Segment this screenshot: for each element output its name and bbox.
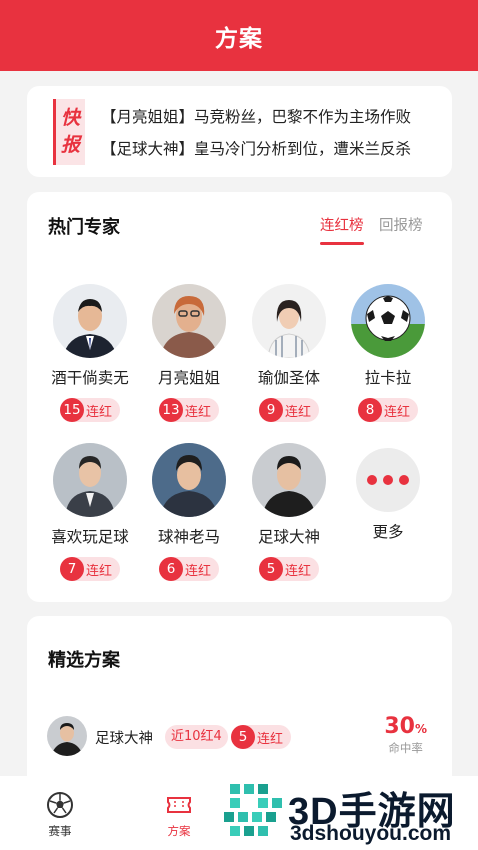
ticket-icon (167, 797, 191, 813)
streak-count: 5 (231, 725, 255, 749)
expert-avatar (152, 284, 226, 358)
nav-item-matches[interactable]: 赛事 (30, 790, 90, 839)
news-ticker[interactable]: 快 报 【月亮姐姐】马竞粉丝，巴黎不作为主场作败 【足球大神】皇马冷门分析到位，… (27, 86, 452, 177)
streak-badge: 7 连红 (59, 557, 120, 581)
expert-name: 足球大神 (95, 731, 153, 747)
streak-label: 连红 (383, 404, 410, 420)
streak-count: 13 (158, 398, 183, 422)
soccer-ball-icon (47, 792, 73, 818)
expert-item[interactable]: 拉卡拉 8 连红 (338, 284, 438, 422)
streak-badge: 6 连红 (158, 557, 219, 581)
top-bar: 方案 (0, 0, 478, 71)
expert-avatar (53, 443, 127, 517)
streak-label: 连红 (85, 563, 112, 579)
streak-label: 连红 (257, 731, 284, 747)
streak-badge: 5 连红 (231, 725, 292, 749)
more-experts-button[interactable]: 更多 (338, 443, 438, 542)
streak-label: 连红 (184, 563, 211, 579)
streak-count: 15 (59, 398, 84, 422)
streak-label: 连红 (85, 404, 112, 420)
streak-badge: 9 连红 (258, 398, 319, 422)
watermark: 3D手游网 3dshouyou.com (220, 778, 478, 850)
streak-count: 7 (59, 557, 84, 581)
expert-avatar (351, 284, 425, 358)
streak-count: 5 (258, 557, 283, 581)
expert-item[interactable]: 瑜伽圣体 9 连红 (239, 284, 339, 422)
expert-item[interactable]: 酒干倘卖无 15 连红 (40, 284, 140, 422)
nav-label: 方案 (167, 824, 191, 838)
expert-name: 足球大神 (257, 528, 320, 546)
pick-item[interactable]: 足球大神 近10红4 5 连红 30% 命中率 (47, 714, 437, 758)
hit-rate-unit: % (414, 722, 427, 736)
news-item[interactable]: 【足球大神】皇马冷门分析到位，遭米兰反杀 (101, 137, 411, 159)
streak-label: 连红 (284, 404, 311, 420)
expert-item[interactable]: 喜欢玩足球 7 连红 (40, 443, 140, 581)
streak-badge: 15 连红 (59, 398, 120, 422)
section-title: 精选方案 (48, 650, 120, 671)
streak-badge: 5 连红 (258, 557, 319, 581)
streak-count: 8 (357, 398, 382, 422)
page-title: 方案 (215, 25, 263, 52)
expert-avatar (53, 284, 127, 358)
expert-item[interactable]: 球神老马 6 连红 (139, 443, 239, 581)
expert-name: 月亮姐姐 (157, 369, 220, 387)
expert-name: 拉卡拉 (364, 369, 412, 387)
streak-count: 9 (258, 398, 283, 422)
expert-name: 球神老马 (157, 528, 220, 546)
expert-name: 酒干倘卖无 (51, 369, 129, 387)
streak-badge: 13 连红 (158, 398, 219, 422)
tab-streak-ranking[interactable]: 连红榜 (320, 214, 364, 245)
news-item[interactable]: 【月亮姐姐】马竞粉丝，巴黎不作为主场作败 (101, 105, 411, 127)
news-logo-char: 快 (60, 107, 80, 129)
hit-rate: 30% 命中率 (384, 714, 427, 756)
hit-rate-value: 30 (384, 714, 415, 739)
nav-item-plans[interactable]: 方案 (149, 790, 209, 839)
section-title: 热门专家 (48, 217, 120, 238)
hit-rate-label: 命中率 (388, 741, 423, 755)
hot-experts-section: 热门专家 连红榜 回报榜 酒干倘卖无 15 连红 月亮姐姐 13 连红 瑜伽圣体… (27, 192, 452, 602)
expert-item[interactable]: 足球大神 5 连红 (239, 443, 339, 581)
expert-avatar (252, 443, 326, 517)
more-dots-icon (356, 448, 420, 512)
watermark-logo-icon (224, 784, 282, 836)
streak-label: 连红 (184, 404, 211, 420)
expert-name: 瑜伽圣体 (257, 369, 320, 387)
expert-name: 喜欢玩足球 (51, 528, 129, 546)
news-logo-char: 报 (60, 134, 80, 156)
expert-avatar (152, 443, 226, 517)
streak-badge: 8 连红 (357, 398, 418, 422)
expert-avatar (252, 284, 326, 358)
recent-record-badge: 近10红4 (165, 725, 228, 749)
streak-label: 连红 (284, 563, 311, 579)
watermark-url: 3dshouyou.com (290, 822, 452, 845)
nav-label: 赛事 (48, 824, 72, 838)
expert-avatar (47, 716, 87, 756)
more-label: 更多 (372, 523, 404, 541)
streak-count: 6 (158, 557, 183, 581)
expert-item[interactable]: 月亮姐姐 13 连红 (139, 284, 239, 422)
news-flash-logo: 快 报 (53, 99, 85, 165)
tab-return-ranking[interactable]: 回报榜 (379, 214, 423, 235)
